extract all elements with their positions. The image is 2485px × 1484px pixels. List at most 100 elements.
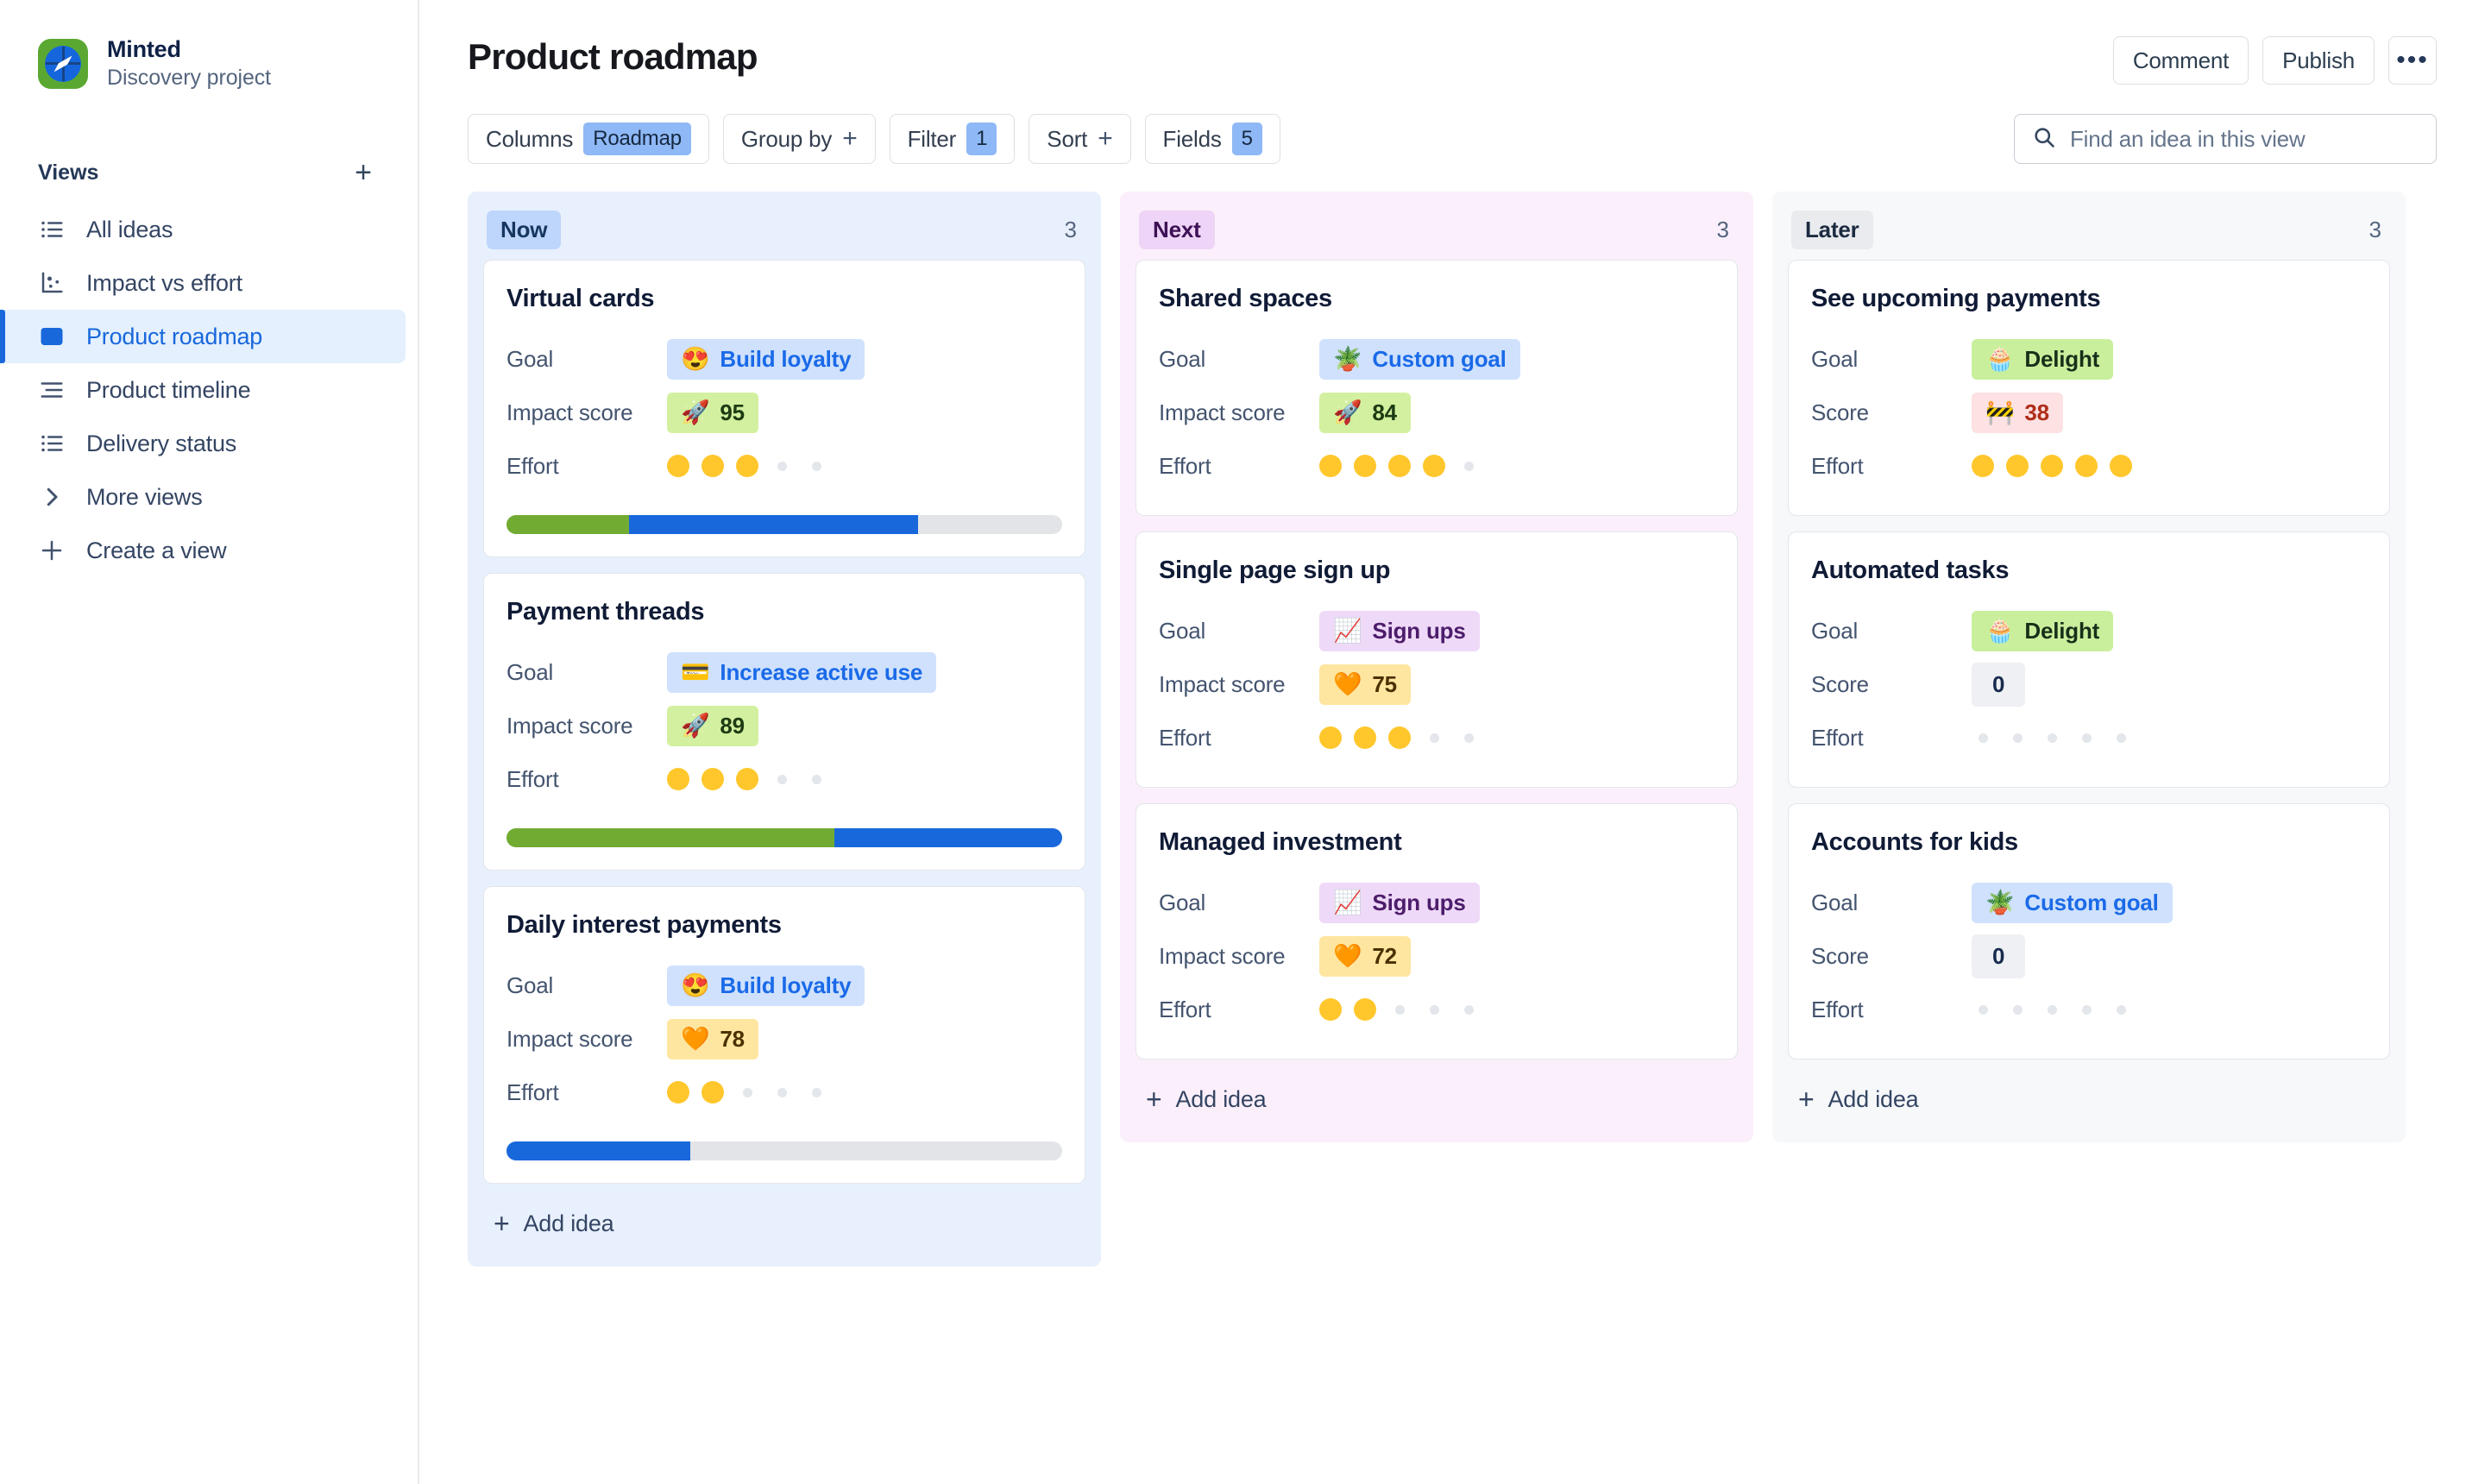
card-field-label: Goal	[506, 345, 554, 372]
card-field-label: Goal	[1159, 889, 1206, 915]
idea-card[interactable]: Managed investment Goal 📈 Sign ups Impact sc…	[1136, 803, 1738, 1060]
idea-card[interactable]: Accounts for kids Goal 🪴 Custom goal Score 0 E…	[1788, 803, 2390, 1060]
search-box[interactable]	[2014, 114, 2437, 164]
idea-card[interactable]: See upcoming payments Goal 🧁 Delight Score 🚧 3…	[1788, 260, 2390, 516]
effort-rating[interactable]	[667, 455, 827, 477]
card-field-tag[interactable]: 0	[1972, 934, 2026, 978]
idea-card-title: Daily interest payments	[506, 911, 782, 939]
add-idea-button[interactable]: + Add idea	[468, 1184, 1101, 1267]
card-field-tag[interactable]: 🧁 Delight	[1972, 338, 2114, 380]
idea-card[interactable]: Payment threads Goal 💳 Increase active use I…	[483, 573, 1085, 871]
idea-card-title: Accounts for kids	[1811, 828, 2018, 856]
idea-card[interactable]: Shared spaces Goal 🪴 Custom goal Impact scor…	[1136, 260, 1738, 516]
group-by-button[interactable]: Group by +	[722, 114, 876, 164]
sidebar-item-create-a-view[interactable]: Create a view	[0, 524, 418, 577]
sidebar-item-product-roadmap[interactable]: Product roadmap	[0, 310, 406, 363]
card-field-row: Impact score 🚀 89	[506, 699, 1062, 752]
effort-dot-filled	[1319, 455, 1342, 477]
sidebar-item-product-timeline[interactable]: Product timeline	[0, 363, 418, 417]
filter-button[interactable]: Filter 1	[889, 114, 1016, 164]
card-field-value: 🚧 38	[1972, 392, 2063, 433]
effort-rating[interactable]	[1319, 726, 1480, 749]
idea-card[interactable]: Single page sign up Goal 📈 Sign ups Impact s…	[1136, 531, 1738, 788]
card-field-tag[interactable]: 📈 Sign ups	[1319, 610, 1480, 651]
card-field-value: 🚀 95	[667, 392, 758, 433]
sidebar-item-delivery-status[interactable]: Delivery status	[0, 417, 418, 470]
effort-rating[interactable]	[667, 1081, 827, 1104]
card-field-tag[interactable]: 🧡 75	[1319, 663, 1411, 705]
card-field-tag-text: Build loyalty	[720, 345, 852, 372]
sort-label: Sort	[1047, 125, 1088, 152]
card-field-tag[interactable]: 🪴 Custom goal	[1319, 338, 1520, 380]
effort-dot-filled	[667, 1081, 689, 1104]
more-options-icon[interactable]: •••	[2388, 36, 2437, 85]
search-input[interactable]	[2070, 125, 2419, 153]
views-section-header: Views +	[0, 156, 418, 189]
sort-button[interactable]: Sort +	[1029, 114, 1131, 164]
effort-dot-empty	[777, 461, 787, 471]
card-field-tag[interactable]: 😍 Build loyalty	[667, 338, 865, 380]
effort-dot-empty	[1978, 733, 1988, 743]
card-field-tag[interactable]: 🚀 89	[667, 705, 758, 746]
sidebar-item-more-views[interactable]: More views	[0, 470, 418, 524]
card-field-label: Goal	[1811, 889, 1859, 915]
card-field-tag[interactable]: 🪴 Custom goal	[1972, 882, 2173, 923]
sidebar-item-all-ideas[interactable]: All ideas	[0, 203, 418, 256]
add-idea-button[interactable]: + Add idea	[1120, 1060, 1753, 1142]
potted-plant-icon: 🪴	[1333, 345, 1362, 372]
card-field-tag[interactable]: 0	[1972, 662, 2026, 707]
roadmap-board: Now 3 Virtual cards Goal 😍 Build loyalty Impac…	[419, 164, 2485, 1267]
brand-header[interactable]: Minted Discovery project	[0, 36, 418, 91]
card-field-tag-text: Build loyalty	[720, 972, 852, 998]
effort-rating[interactable]	[1972, 733, 2132, 743]
column-name-badge[interactable]: Later	[1791, 211, 1873, 249]
column-name-badge[interactable]: Next	[1139, 211, 1215, 249]
card-field-value	[667, 455, 827, 477]
effort-dot-filled	[667, 455, 689, 477]
progress-segment-green	[506, 515, 629, 534]
card-field-tag[interactable]: 📈 Sign ups	[1319, 882, 1480, 923]
effort-rating[interactable]	[1319, 455, 1480, 477]
card-field-tag[interactable]: 🧡 78	[667, 1018, 758, 1060]
card-field-tag-text: Custom goal	[1372, 345, 1507, 372]
idea-card[interactable]: Daily interest payments Goal 😍 Build loyalt…	[483, 886, 1085, 1184]
search-icon	[2032, 125, 2056, 154]
card-field-tag[interactable]: 🧡 72	[1319, 935, 1411, 977]
idea-card[interactable]: Virtual cards Goal 😍 Build loyalty Impact sc…	[483, 260, 1085, 557]
view-toolbar: Columns Roadmap Group by + Filter 1 Sort…	[419, 85, 2485, 164]
publish-button[interactable]: Publish	[2262, 36, 2375, 85]
columns-button[interactable]: Columns Roadmap	[468, 114, 709, 164]
effort-dot-filled	[2075, 455, 2098, 477]
idea-card[interactable]: Automated tasks Goal 🧁 Delight Score 0 Effort	[1788, 531, 2390, 788]
sidebar-item-impact-vs-effort[interactable]: Impact vs effort	[0, 256, 418, 310]
card-field-label: Effort	[1811, 996, 1864, 1022]
effort-rating[interactable]	[1972, 455, 2132, 477]
card-field-tag[interactable]: 🚀 95	[667, 392, 758, 433]
card-field-tag-text: 38	[2024, 399, 2049, 425]
effort-dot-empty	[811, 774, 821, 784]
effort-dot-filled	[2041, 455, 2063, 477]
card-field-row: Effort	[1811, 983, 2367, 1036]
add-view-button[interactable]: +	[347, 156, 380, 189]
card-field-value: 0	[1972, 662, 2026, 707]
card-field-tag[interactable]: 🚀 84	[1319, 392, 1411, 433]
effort-dot-filled	[667, 768, 689, 790]
card-field-row: Goal 💳 Increase active use	[506, 645, 1062, 699]
comment-button[interactable]: Comment	[2112, 36, 2249, 85]
card-field-tag[interactable]: 😍 Build loyalty	[667, 965, 865, 1006]
effort-rating[interactable]	[1972, 1004, 2132, 1015]
card-field-value: 🧁 Delight	[1972, 610, 2114, 651]
add-idea-button[interactable]: + Add idea	[1772, 1060, 2406, 1142]
card-field-tag[interactable]: 💳 Increase active use	[667, 651, 937, 693]
fields-button[interactable]: Fields 5	[1144, 114, 1280, 164]
board-column-now: Now 3 Virtual cards Goal 😍 Build loyalty Impac…	[468, 192, 1101, 1267]
effort-rating[interactable]	[1319, 998, 1480, 1021]
idea-card-title: Shared spaces	[1159, 285, 1332, 312]
effort-dot-filled	[1354, 455, 1376, 477]
card-field-tag[interactable]: 🧁 Delight	[1972, 610, 2114, 651]
column-name-badge[interactable]: Now	[487, 211, 562, 249]
effort-rating[interactable]	[667, 768, 827, 790]
card-field-row: Effort	[1811, 439, 2367, 493]
card-field-label: Score	[1811, 670, 1869, 697]
card-field-tag[interactable]: 🚧 38	[1972, 392, 2063, 433]
